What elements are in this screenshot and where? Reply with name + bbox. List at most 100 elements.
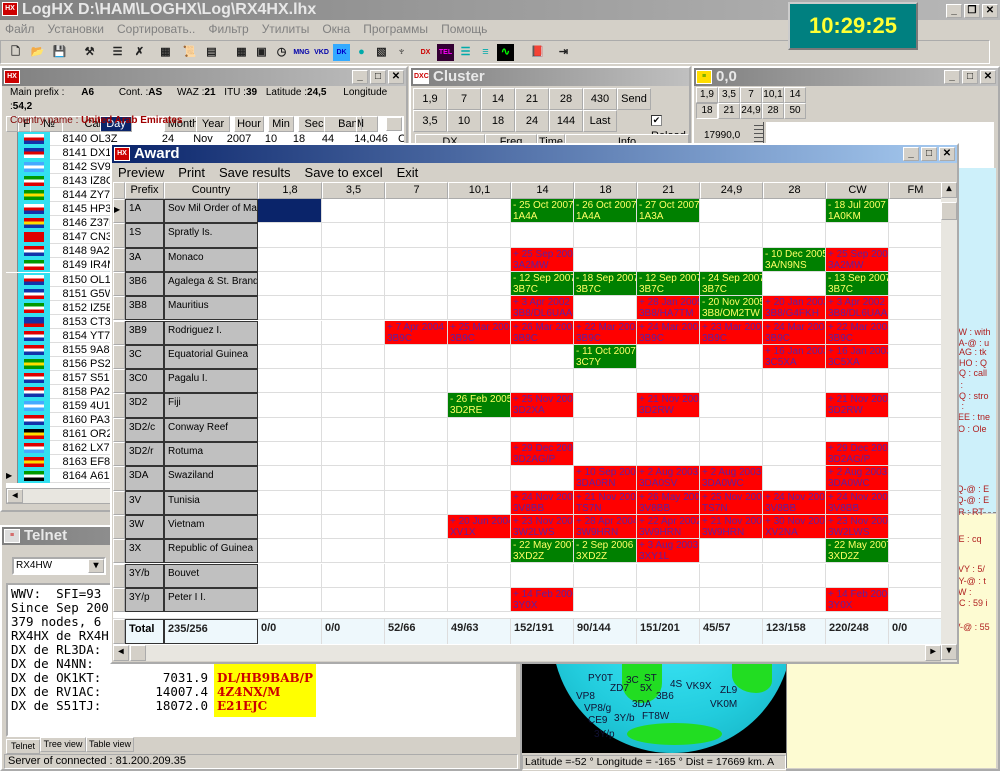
band-button[interactable]: 7 bbox=[740, 87, 762, 103]
scroll-left-arrow-icon[interactable]: ◂ bbox=[7, 489, 23, 503]
row-indicator[interactable] bbox=[113, 296, 125, 321]
award-cell-empty[interactable] bbox=[258, 199, 322, 224]
award-column-header[interactable]: 10,1 bbox=[448, 182, 511, 199]
maximize-button[interactable]: □ bbox=[370, 70, 386, 84]
award-menu-preview[interactable]: Preview bbox=[118, 164, 164, 181]
award-cell-empty[interactable] bbox=[700, 563, 763, 588]
award-cell-empty[interactable] bbox=[826, 563, 889, 588]
prefix-cell[interactable]: 3D2/c bbox=[125, 417, 164, 442]
row-indicator[interactable] bbox=[113, 514, 125, 540]
award-cell-empty[interactable] bbox=[511, 466, 574, 491]
award-cell-empty[interactable] bbox=[322, 417, 385, 442]
award-column-header[interactable]: Prefix bbox=[125, 182, 164, 199]
band-button[interactable]: 21 bbox=[718, 103, 740, 119]
award-cell-empty[interactable] bbox=[889, 199, 941, 224]
award-cell-empty[interactable] bbox=[637, 442, 700, 467]
award-cell-needed[interactable]: + 3 Apr 2002 3B8/DL6UAA bbox=[511, 296, 574, 321]
mng-icon[interactable]: MNG bbox=[293, 44, 310, 61]
award-cell-needed[interactable]: + 28 Jan 2005 3B8/HA7TM bbox=[637, 296, 700, 321]
award-cell-confirmed[interactable]: - 13 Sep 2007 3B7C bbox=[826, 271, 889, 297]
award-cell-empty[interactable] bbox=[385, 539, 448, 564]
award-cell-empty[interactable] bbox=[385, 344, 448, 370]
award-cell-empty[interactable] bbox=[322, 539, 385, 564]
award-cell-empty[interactable] bbox=[700, 587, 763, 613]
country-cell[interactable]: Mauritius bbox=[164, 296, 258, 321]
row-indicator[interactable] bbox=[113, 539, 125, 564]
close-button[interactable]: ✕ bbox=[980, 70, 996, 84]
minimize-button[interactable]: _ bbox=[352, 70, 368, 84]
award-cell-empty[interactable] bbox=[637, 563, 700, 588]
menu-item[interactable]: Программы bbox=[363, 20, 428, 39]
band-button[interactable]: 1,9 bbox=[413, 88, 447, 110]
award-cell-needed[interactable]: + 24 Mar 2004 3B9C bbox=[763, 320, 826, 345]
minimize-button[interactable]: _ bbox=[903, 147, 919, 161]
award-cell-empty[interactable] bbox=[637, 344, 700, 370]
award-cell-needed[interactable]: + 24 Nov 2001 3V8BB bbox=[511, 490, 574, 515]
award-cell-empty[interactable] bbox=[322, 514, 385, 540]
globe-icon[interactable]: ● bbox=[353, 44, 370, 61]
country-cell[interactable]: Peter I I. bbox=[164, 587, 258, 613]
scroll-thumb[interactable] bbox=[941, 202, 957, 220]
band-button[interactable]: 50 bbox=[784, 103, 806, 119]
award-cell-empty[interactable] bbox=[889, 272, 941, 297]
country-cell[interactable]: Fiji bbox=[164, 393, 258, 418]
award-cell-needed[interactable]: + 23 Nov 2001 3W2LWS bbox=[511, 514, 574, 540]
award-cell-empty[interactable] bbox=[574, 223, 637, 248]
award-cell-needed[interactable]: + 22 Apr 2002 3W9HRN bbox=[637, 514, 700, 540]
telnet-icon[interactable]: TEL NET bbox=[437, 44, 454, 61]
award-cell-empty[interactable] bbox=[322, 296, 385, 321]
clock-icon[interactable]: ◷ bbox=[273, 44, 290, 61]
award-cell-empty[interactable] bbox=[574, 247, 637, 272]
award-cell-empty[interactable] bbox=[322, 344, 385, 370]
award-cell-needed[interactable]: + 24 Nov 2001 3V8BB bbox=[826, 490, 889, 515]
award-cell-confirmed[interactable]: - 26 Oct 2007 1A4A bbox=[574, 199, 637, 224]
award-cell-needed[interactable]: + 21 Nov 2001 3D2RW bbox=[826, 393, 889, 418]
row-indicator[interactable] bbox=[113, 369, 125, 394]
award-cell-empty[interactable] bbox=[637, 417, 700, 442]
exit-icon[interactable]: ⇥ bbox=[555, 44, 572, 61]
award-cell-empty[interactable] bbox=[385, 466, 448, 491]
award-cell-needed[interactable]: + 21 Nov 2001 3D2RW bbox=[637, 393, 700, 418]
award-cell-empty[interactable] bbox=[763, 466, 826, 491]
award-cell-empty[interactable] bbox=[258, 417, 322, 442]
close-button[interactable]: ✕ bbox=[388, 70, 404, 84]
award-cell-needed[interactable]: + 20 Jun 2004 XV1X bbox=[448, 514, 511, 540]
menu-item[interactable]: Сортировать.. bbox=[117, 20, 195, 39]
award-cell-empty[interactable] bbox=[448, 563, 511, 588]
prefix-cell[interactable]: 3D2/r bbox=[125, 442, 164, 467]
antenna-icon[interactable]: ♆ bbox=[393, 44, 410, 61]
award-cell-empty[interactable] bbox=[511, 369, 574, 394]
award-cell-empty[interactable] bbox=[826, 369, 889, 394]
award-cell-empty[interactable] bbox=[763, 393, 826, 418]
country-cell[interactable]: Pagalu I. bbox=[164, 369, 258, 394]
award-cell-empty[interactable] bbox=[448, 442, 511, 467]
award-cell-empty[interactable] bbox=[448, 247, 511, 272]
close-button[interactable]: ✕ bbox=[982, 4, 998, 18]
list-icon[interactable]: ☰ bbox=[457, 44, 474, 61]
prefix-cell[interactable]: 1A bbox=[125, 199, 164, 224]
award-cell-empty[interactable] bbox=[322, 393, 385, 418]
row-indicator[interactable] bbox=[113, 490, 125, 515]
award-cell-confirmed[interactable]: - 24 Sep 2007 3B7C bbox=[700, 271, 763, 297]
award-cell-empty[interactable] bbox=[574, 393, 637, 418]
dx-spot-line[interactable]: DX de RV1AC: 14007.4 4Z4NX/M bbox=[11, 685, 511, 700]
clear-filter-icon[interactable]: ✗ bbox=[131, 44, 148, 61]
prefix-cell[interactable]: 3DA bbox=[125, 466, 164, 491]
award-column-header[interactable]: Country bbox=[164, 182, 258, 199]
award-cell-empty[interactable] bbox=[574, 442, 637, 467]
award-cell-empty[interactable] bbox=[258, 344, 322, 370]
row-indicator[interactable] bbox=[113, 320, 125, 345]
award-cell-empty[interactable] bbox=[700, 369, 763, 394]
country-cell[interactable]: Spratly Is. bbox=[164, 223, 258, 248]
band-button[interactable]: 7 bbox=[447, 88, 481, 110]
award-cell-empty[interactable] bbox=[574, 369, 637, 394]
award-cell-empty[interactable] bbox=[889, 515, 941, 540]
globe-map[interactable]: PY0T ZD7 3C ST 5X 4S VK9X ZL9 VP8 3B6 3DA VK0M VP8/g… bbox=[522, 663, 786, 753]
award-cell-needed[interactable]: + 20 Jan 2003 3B8/G4FKH bbox=[763, 296, 826, 321]
award-cell-empty[interactable] bbox=[511, 344, 574, 370]
award-cell-needed[interactable]: + 10 Sep 2004 3DA0RN bbox=[574, 466, 637, 491]
award-cell-empty[interactable] bbox=[258, 296, 322, 321]
award-cell-empty[interactable] bbox=[448, 539, 511, 564]
award-cell-empty[interactable] bbox=[700, 393, 763, 418]
award-cell-needed[interactable]: + 25 Nov 2003 TS7N bbox=[700, 490, 763, 515]
